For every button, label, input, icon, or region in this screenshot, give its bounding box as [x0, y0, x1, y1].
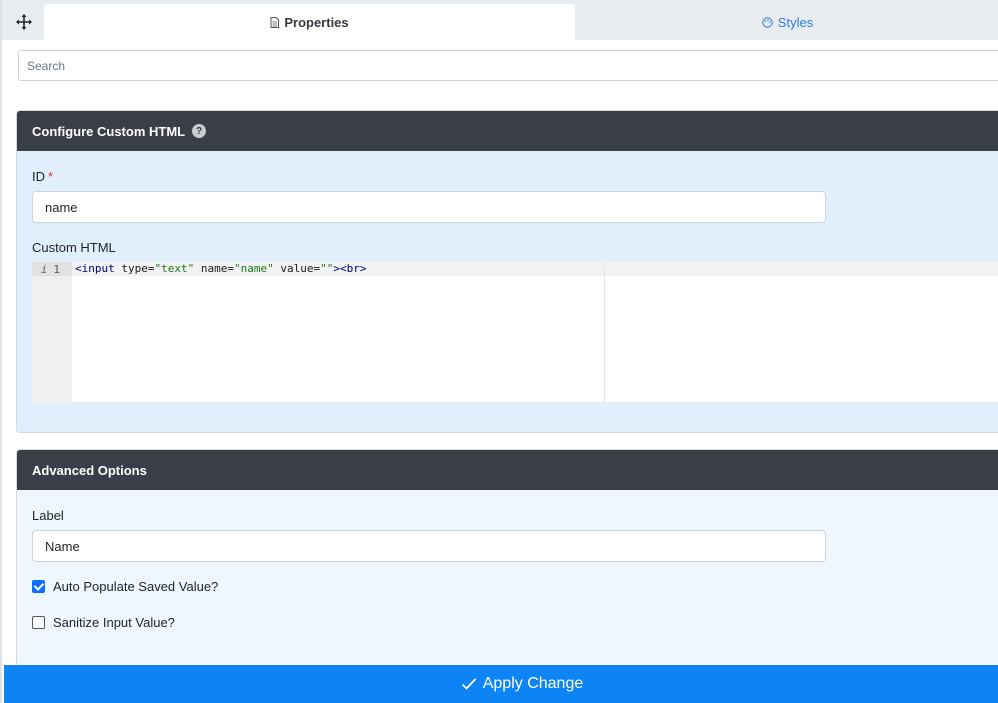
code-token: "name": [234, 262, 274, 275]
advanced-options-body: Label Auto Populate Saved Value? Sanitiz…: [17, 490, 998, 668]
custom-html-panel-body: ID* Custom HTML i 1 <input type="text" n…: [17, 151, 998, 432]
properties-dialog: Properties Styles Configure Custom HTML …: [0, 0, 998, 703]
tab-bar: Properties Styles: [2, 0, 998, 40]
tab-styles-label: Styles: [777, 14, 814, 30]
advanced-options-header[interactable]: Advanced Options: [17, 450, 998, 490]
id-field-label: ID *: [32, 169, 53, 184]
auto-populate-checkbox[interactable]: [32, 580, 45, 593]
gutter-line-1: i 1: [32, 262, 72, 276]
editor-gutter: [32, 262, 72, 402]
move-handle-icon[interactable]: [4, 4, 44, 40]
sanitize-option[interactable]: Sanitize Input Value?: [32, 615, 175, 630]
search-input[interactable]: [18, 50, 998, 81]
palette-icon: [762, 16, 773, 28]
label-input[interactable]: [32, 530, 826, 562]
line-number: 1: [53, 262, 60, 276]
code-line-1[interactable]: <input type="text" name="name" value="">…: [75, 262, 366, 276]
tab-styles[interactable]: Styles: [575, 4, 998, 40]
auto-populate-label: Auto Populate Saved Value?: [53, 579, 219, 594]
document-icon: [270, 16, 280, 28]
sanitize-checkbox[interactable]: [32, 616, 45, 629]
info-icon: i: [40, 262, 48, 276]
id-label-text: ID: [32, 169, 45, 184]
custom-html-panel-title: Configure Custom HTML: [32, 123, 186, 139]
custom-html-panel: Configure Custom HTML ? ID* Custom HTML …: [16, 110, 998, 433]
label-field-label: Label: [32, 508, 64, 523]
print-margin: [604, 262, 605, 402]
custom-html-panel-header[interactable]: Configure Custom HTML ?: [17, 111, 998, 151]
code-token: <input: [75, 262, 115, 275]
auto-populate-option[interactable]: Auto Populate Saved Value?: [32, 579, 218, 594]
code-editor[interactable]: i 1 <input type="text" name="name" value…: [32, 262, 998, 402]
sanitize-label: Sanitize Input Value?: [53, 615, 175, 630]
code-token: ><br>: [333, 262, 367, 275]
required-mark: *: [48, 169, 54, 184]
id-input[interactable]: [32, 191, 826, 223]
code-token: "": [320, 262, 334, 275]
apply-change-button[interactable]: Apply Change: [4, 665, 998, 703]
apply-change-label: Apply Change: [482, 675, 584, 692]
code-token: "text": [154, 262, 195, 275]
custom-html-label: Custom HTML: [32, 240, 116, 255]
code-token: name=: [194, 262, 234, 275]
advanced-options-panel: Advanced Options Label Auto Populate Sav…: [16, 449, 998, 669]
help-icon[interactable]: ?: [192, 124, 207, 138]
code-token: value=: [273, 262, 321, 275]
code-token: type=: [114, 262, 155, 275]
tab-properties[interactable]: Properties: [44, 4, 575, 40]
advanced-options-title: Advanced Options: [32, 462, 147, 478]
check-icon: [461, 677, 477, 691]
tab-properties-label: Properties: [284, 14, 349, 30]
